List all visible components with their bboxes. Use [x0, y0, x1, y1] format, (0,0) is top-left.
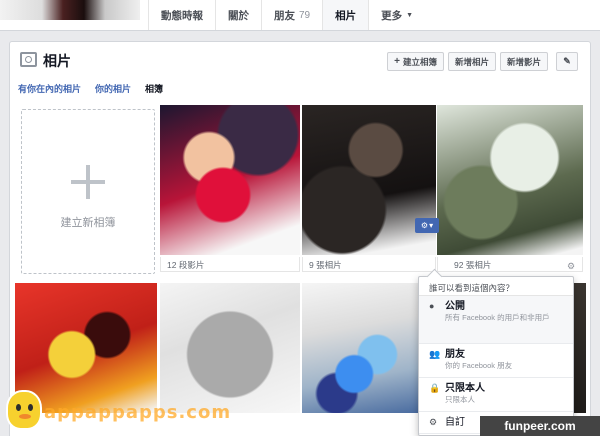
chevron-down-icon: ▾	[429, 221, 434, 230]
tab-label: 相片	[335, 9, 357, 22]
photos-icon	[20, 52, 37, 67]
option-desc: 只限本人	[445, 395, 475, 404]
tab-about[interactable]: 關於	[215, 0, 261, 30]
pencil-icon: ✎	[563, 56, 571, 66]
album-card[interactable]	[574, 283, 586, 413]
friends-count: 79	[299, 9, 311, 21]
album-settings-icon[interactable]: ⚙	[567, 261, 575, 272]
watermark-text: appappapps.com	[44, 402, 232, 423]
tab-friends[interactable]: 朋友 79	[261, 0, 322, 30]
album-cover[interactable]	[302, 283, 418, 413]
album-meta: 92 張相片	[437, 257, 583, 272]
profile-tabs: 動態時報 關於 朋友 79 相片 更多 ▼	[148, 0, 425, 30]
add-photos-button[interactable]: 新增相片	[447, 52, 496, 71]
album-meta: 12 段影片	[160, 257, 300, 272]
button-label: 新增影片	[506, 56, 541, 67]
tab-label: 關於	[228, 9, 249, 22]
plus-icon: +	[394, 56, 400, 67]
globe-icon: ●	[429, 301, 435, 311]
option-title: 只限本人	[445, 383, 485, 394]
subtab-your-photos[interactable]: 你的相片	[95, 82, 131, 95]
tab-timeline[interactable]: 動態時報	[148, 0, 215, 30]
plus-icon	[71, 165, 105, 199]
create-album-label: 建立新相簿	[60, 217, 116, 229]
option-title: 公開	[445, 301, 465, 312]
create-album-button[interactable]: + 建立相簿	[387, 52, 444, 71]
watermark-right: funpeer.com	[480, 416, 600, 436]
photos-subtabs: 有你在內的相片 你的相片 相簿	[18, 82, 163, 95]
friends-icon: 👥	[429, 349, 441, 359]
tab-photos[interactable]: 相片	[322, 0, 369, 30]
privacy-option-friends[interactable]: 👥 朋友 你的 Facebook 朋友	[419, 344, 573, 378]
album-card[interactable]: 12 段影片	[160, 105, 300, 275]
privacy-option-only-me[interactable]: 🔒 只限本人 只限本人	[419, 378, 573, 412]
chevron-down-icon: ▼	[406, 11, 414, 19]
privacy-selector-button[interactable]: ⚙ ▾	[415, 218, 439, 233]
album-card[interactable]: 9 張相片	[302, 105, 436, 275]
watermark-left: appappapps.com	[0, 390, 230, 436]
gear-icon: ⚙	[420, 221, 429, 230]
photos-actions: + 建立相簿 新增相片 新增影片 ✎	[387, 52, 578, 71]
button-label: 新增相片	[454, 56, 489, 67]
duck-logo-icon	[6, 390, 42, 430]
album-cover[interactable]	[160, 105, 300, 255]
tab-more[interactable]: 更多 ▼	[368, 0, 425, 30]
cover-photo-strip	[0, 0, 140, 20]
option-desc: 你的 Facebook 朋友	[445, 361, 513, 370]
page-title: 相片	[43, 53, 71, 69]
album-card[interactable]	[302, 283, 418, 413]
create-album-tile[interactable]: 建立新相簿	[21, 109, 155, 274]
button-label: 建立相簿	[402, 56, 437, 67]
tab-label: 朋友	[274, 9, 295, 22]
option-desc: 所有 Facebook 的用戶和非用戶	[445, 313, 550, 322]
tab-label: 更多	[381, 9, 403, 22]
album-cover[interactable]	[574, 283, 586, 413]
photos-header: 相片 + 建立相簿 新增相片 新增影片 ✎	[10, 42, 590, 79]
add-videos-button[interactable]: 新增影片	[499, 52, 548, 71]
album-meta: 9 張相片	[302, 257, 436, 272]
gear-icon: ⚙	[429, 417, 438, 427]
privacy-option-public[interactable]: ● 公開 所有 Facebook 的用戶和非用戶	[419, 296, 573, 344]
subtab-albums[interactable]: 相簿	[145, 82, 163, 95]
album-cover[interactable]	[437, 105, 583, 255]
privacy-dropdown-header: 誰可以看到這個內容？	[419, 277, 573, 296]
privacy-dropdown: 誰可以看到這個內容？ ● 公開 所有 Facebook 的用戶和非用戶 👥 朋友…	[418, 276, 574, 436]
profile-nav-bar: 動態時報 關於 朋友 79 相片 更多 ▼	[0, 0, 600, 31]
lock-icon: 🔒	[429, 383, 441, 393]
option-title: 朋友	[445, 349, 465, 360]
tab-label: 動態時報	[161, 9, 203, 22]
subtab-photos-of-you[interactable]: 有你在內的相片	[18, 82, 81, 95]
edit-button[interactable]: ✎	[556, 52, 578, 71]
album-card[interactable]: 92 張相片	[437, 105, 583, 275]
